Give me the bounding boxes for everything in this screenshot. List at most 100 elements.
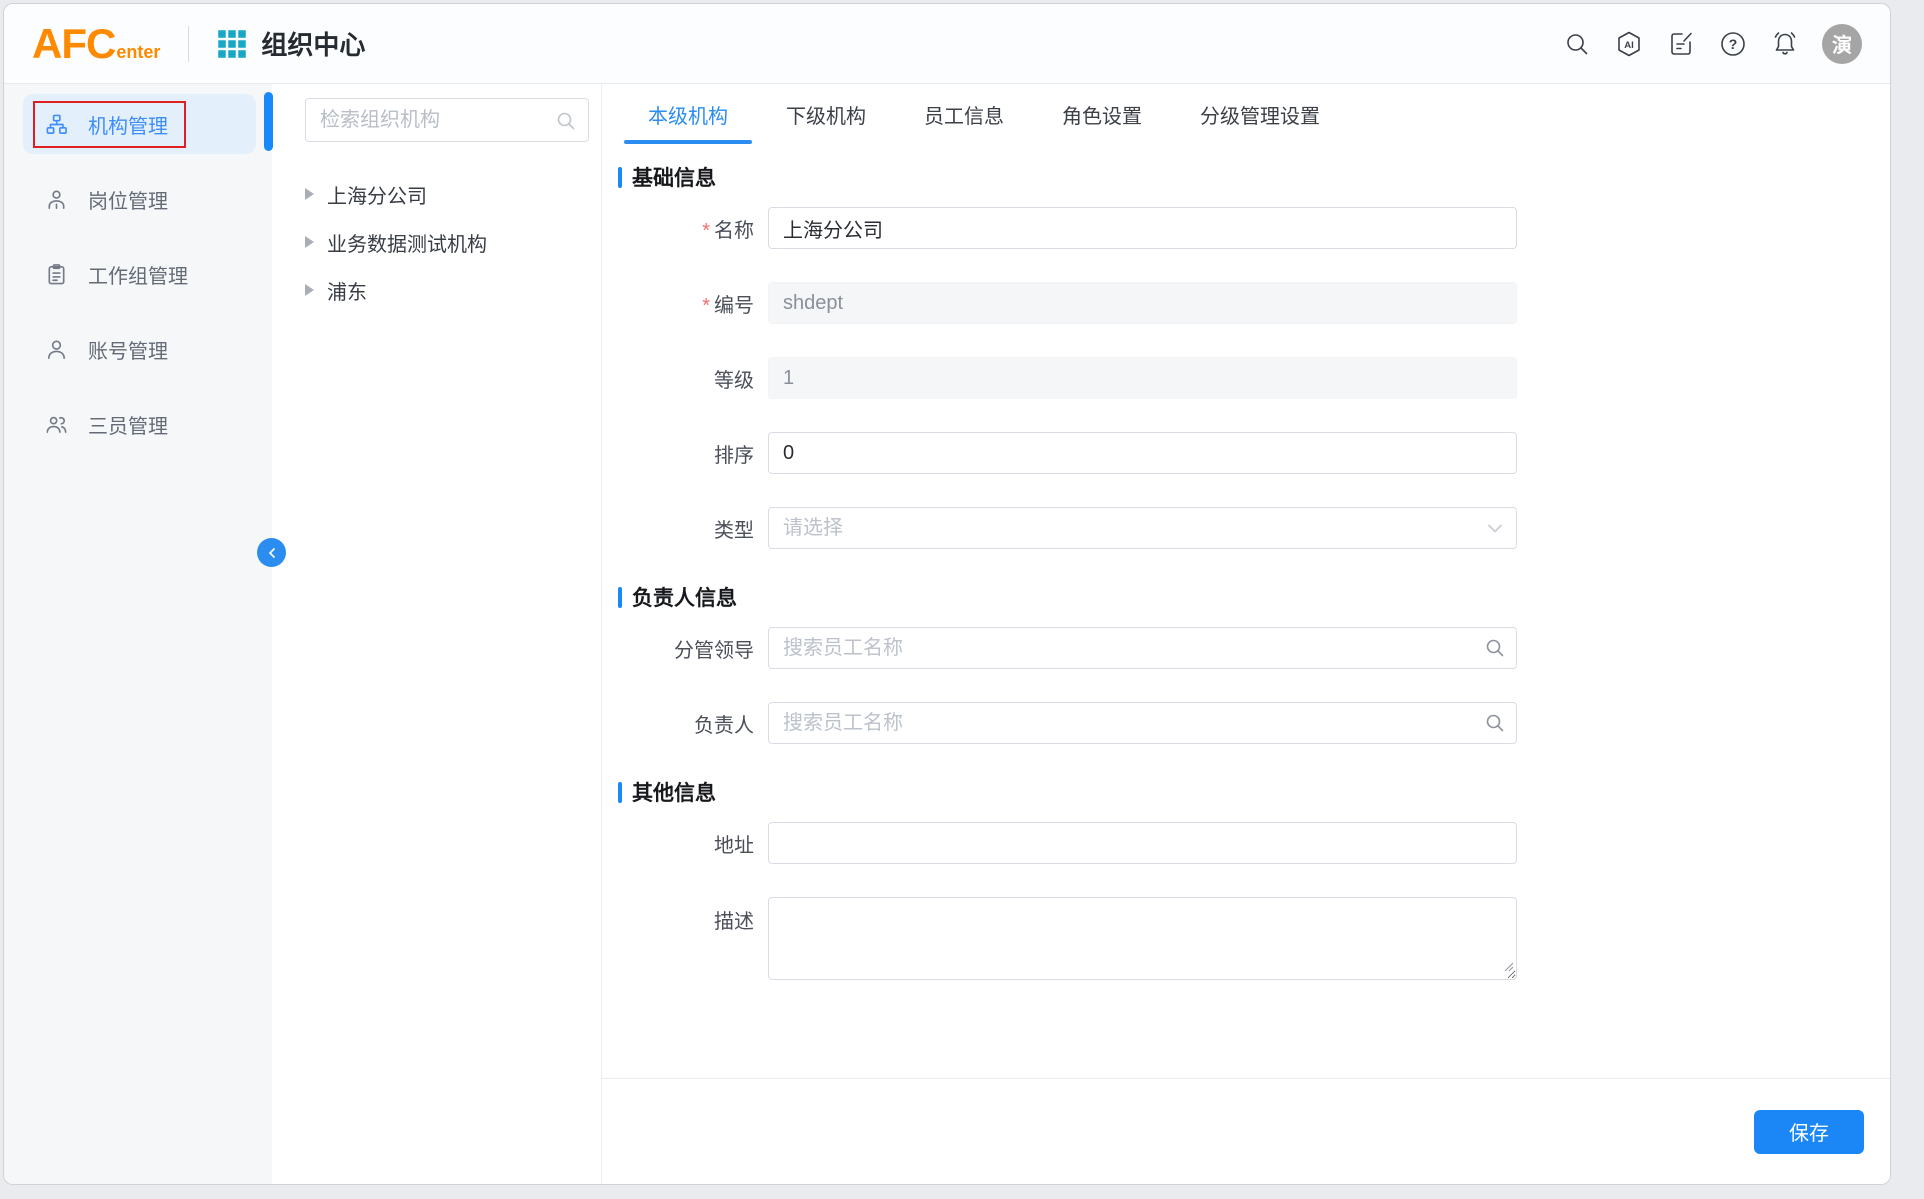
save-button[interactable]: 保存	[1754, 1110, 1864, 1154]
code-input-disabled	[768, 282, 1517, 324]
help-icon[interactable]: ?	[1718, 29, 1748, 59]
field-label: 负责人	[618, 709, 768, 738]
description-textarea[interactable]	[768, 897, 1517, 980]
field-label: 分管领导	[618, 634, 768, 663]
svg-text:?: ?	[1729, 36, 1738, 52]
search-icon[interactable]	[1562, 29, 1592, 59]
section-header: 其他信息	[618, 777, 1890, 807]
field-label: 等级	[618, 364, 768, 393]
notifications-bell-icon[interactable]	[1770, 29, 1800, 59]
sidebar-item-label: 工作组管理	[88, 260, 188, 289]
workgroup-clipboard-icon	[45, 263, 68, 286]
annotation-red-box: 机构管理	[33, 101, 186, 148]
org-tree-search-input[interactable]	[306, 99, 588, 141]
required-star: *	[702, 295, 710, 317]
collapse-panel-button[interactable]	[257, 538, 286, 567]
sidebar-item-position-management[interactable]: 岗位管理	[23, 169, 256, 229]
section-other-info: 其他信息 地址 描述	[618, 777, 1890, 980]
tab-sub-org[interactable]: 下级机构	[762, 84, 890, 144]
level-input-disabled	[768, 357, 1517, 399]
field-label: 类型	[618, 514, 768, 543]
section-title-text: 基础信息	[632, 162, 716, 192]
type-select[interactable]	[768, 507, 1517, 549]
tree-search-icon[interactable]	[554, 109, 578, 138]
tab-employee-info[interactable]: 员工信息	[900, 84, 1028, 144]
sidebar-item-account-management[interactable]: 账号管理	[23, 319, 256, 379]
position-icon	[45, 188, 68, 211]
sidebar-item-workgroup-management[interactable]: 工作组管理	[23, 244, 256, 304]
org-tree-panel: 上海分公司 业务数据测试机构 浦东	[272, 84, 602, 1184]
form-row-sort: 排序	[618, 432, 1890, 474]
form-row-name: *名称	[618, 207, 1890, 249]
app-window: AFC enter 组织中心 AI ?	[3, 3, 1891, 1185]
field-label: 地址	[618, 829, 768, 858]
name-input[interactable]	[768, 207, 1517, 249]
sidebar-item-label: 账号管理	[88, 335, 168, 364]
tree-node-shanghai[interactable]: 上海分公司	[305, 170, 589, 218]
header-actions: AI ? 演	[1562, 24, 1862, 64]
form-row-type: 类型	[618, 507, 1890, 549]
field-label: *编号	[618, 289, 768, 318]
sidebar-item-label: 机构管理	[88, 110, 168, 139]
address-input[interactable]	[768, 822, 1517, 864]
app-grid-icon	[217, 29, 247, 59]
form-row-level: 等级	[618, 357, 1890, 399]
sidebar-item-label: 三员管理	[88, 410, 168, 439]
form-row-leader: 负责人	[618, 702, 1890, 744]
field-label: 排序	[618, 439, 768, 468]
section-accent-bar	[618, 167, 622, 188]
form-row-address: 地址	[618, 822, 1890, 864]
form-row-description: 描述	[618, 897, 1890, 980]
svg-text:AI: AI	[1624, 40, 1634, 51]
memo-icon[interactable]	[1666, 29, 1696, 59]
field-label: *名称	[618, 214, 768, 243]
tab-role-settings[interactable]: 角色设置	[1038, 84, 1166, 144]
form-row-supervisor: 分管领导	[618, 627, 1890, 669]
tab-current-org[interactable]: 本级机构	[624, 84, 752, 144]
required-star: *	[702, 220, 710, 242]
section-title-text: 其他信息	[632, 777, 716, 807]
header-divider	[188, 26, 189, 62]
sidebar-nav: 机构管理 岗位管理	[4, 84, 272, 1184]
main-panel: 本级机构 下级机构 员工信息 角色设置 分级管理设置 基础信息 *名称	[602, 84, 1890, 1184]
brand-logo[interactable]: AFC enter	[32, 20, 160, 68]
section-header: 基础信息	[618, 162, 1890, 192]
supervisor-search-input[interactable]	[768, 627, 1517, 669]
tree-expand-caret-icon[interactable]	[305, 188, 314, 200]
form-footer: 保存	[602, 1078, 1890, 1184]
section-title-text: 负责人信息	[632, 582, 737, 612]
three-roles-people-icon	[45, 413, 68, 436]
section-header: 负责人信息	[618, 582, 1890, 612]
section-basic-info: 基础信息 *名称 *编号 等级 排序	[618, 162, 1890, 549]
leader-search-input[interactable]	[768, 702, 1517, 744]
form-content: 基础信息 *名称 *编号 等级 排序	[602, 144, 1890, 1078]
org-tree-search	[305, 98, 589, 142]
app-header: AFC enter 组织中心 AI ?	[4, 4, 1890, 84]
tree-expand-caret-icon[interactable]	[305, 236, 314, 248]
org-tree-list: 上海分公司 业务数据测试机构 浦东	[305, 170, 589, 314]
tree-expand-caret-icon[interactable]	[305, 284, 314, 296]
ai-assistant-icon[interactable]: AI	[1614, 29, 1644, 59]
active-menu-indicator	[264, 92, 273, 151]
account-person-icon	[45, 338, 68, 361]
tree-node-business-test[interactable]: 业务数据测试机构	[305, 218, 589, 266]
tree-node-label: 上海分公司	[327, 180, 427, 209]
tree-node-label: 浦东	[327, 276, 367, 305]
section-accent-bar	[618, 782, 622, 803]
form-row-code: *编号	[618, 282, 1890, 324]
detail-tabs: 本级机构 下级机构 员工信息 角色设置 分级管理设置	[602, 84, 1890, 144]
brand-logo-text: AFC	[32, 20, 115, 68]
section-leader-info: 负责人信息 分管领导 负责人	[618, 582, 1890, 744]
tree-node-pudong[interactable]: 浦东	[305, 266, 589, 314]
user-avatar[interactable]: 演	[1822, 24, 1862, 64]
sidebar-item-three-roles-management[interactable]: 三员管理	[23, 394, 256, 454]
page-title: 组织中心	[261, 25, 365, 62]
tab-level-management-settings[interactable]: 分级管理设置	[1176, 84, 1344, 144]
sort-input[interactable]	[768, 432, 1517, 474]
section-accent-bar	[618, 587, 622, 608]
tree-node-label: 业务数据测试机构	[327, 228, 487, 257]
brand-logo-suffix: enter	[116, 42, 160, 63]
body-row: 机构管理 岗位管理	[4, 84, 1890, 1184]
sidebar-item-org-management[interactable]: 机构管理	[23, 94, 256, 154]
sidebar-item-label: 岗位管理	[88, 185, 168, 214]
